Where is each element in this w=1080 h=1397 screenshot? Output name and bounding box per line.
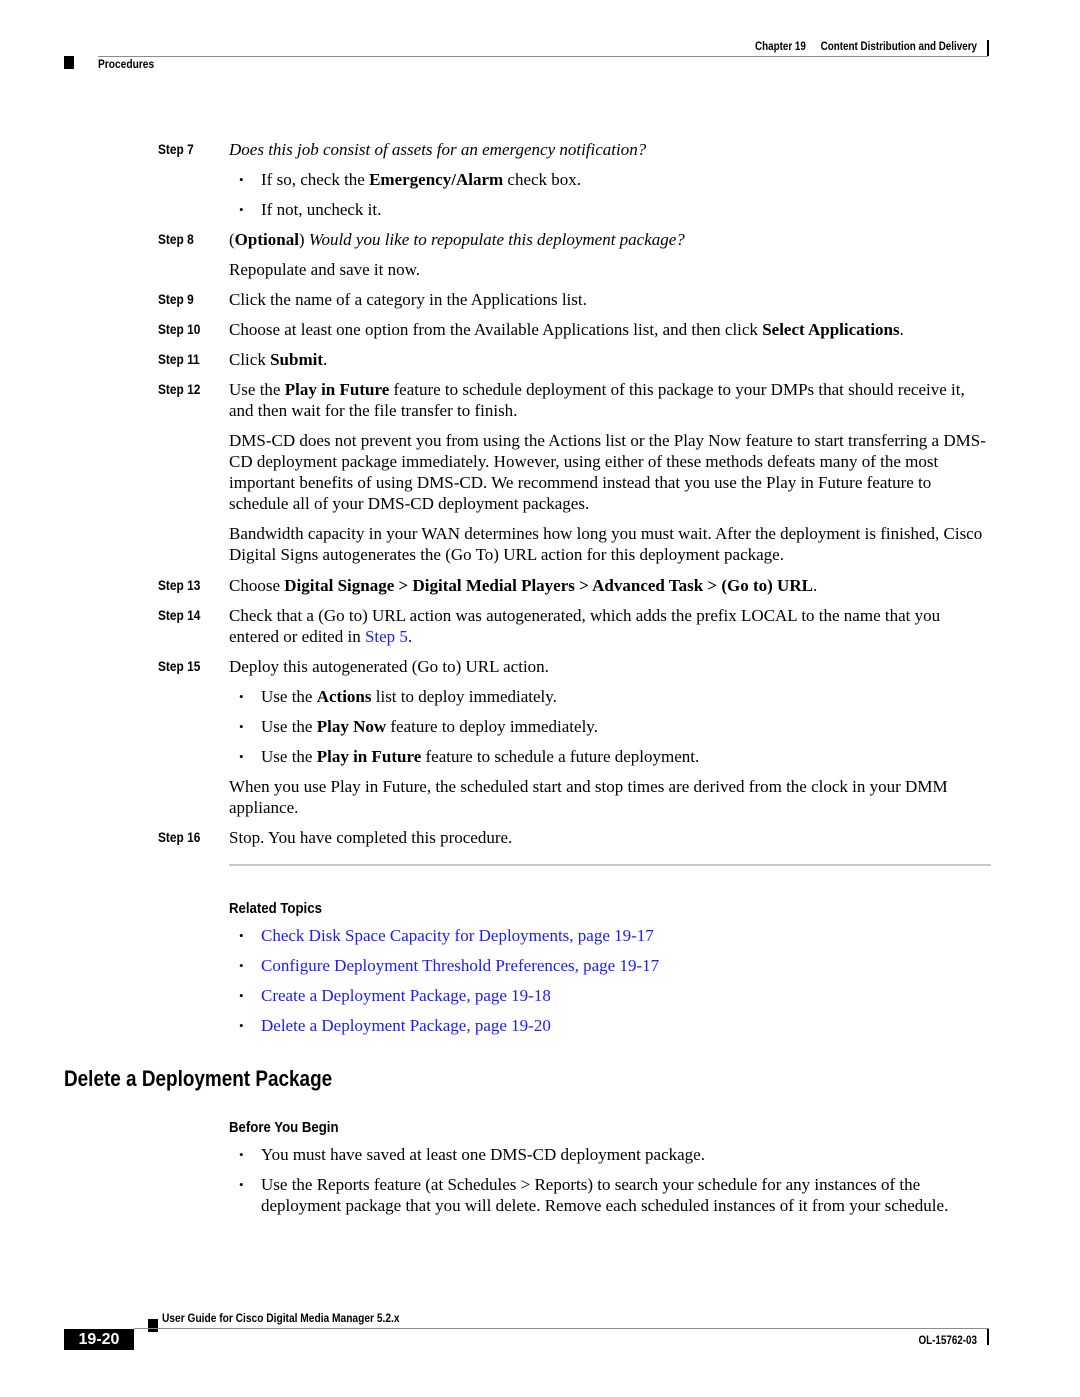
step-label: Step 9: [158, 291, 194, 307]
step-label: Step 7: [158, 141, 194, 157]
header-bar-marker: [987, 40, 989, 56]
text-run: If so, check the: [261, 170, 370, 189]
text-run: Use the: [261, 687, 317, 706]
text-run: Click: [229, 350, 271, 369]
footer-guide-title: User Guide for Cisco Digital Media Manag…: [162, 1311, 400, 1325]
step-5-link[interactable]: Step 5: [365, 627, 408, 646]
step-note: When you use Play in Future, the schedul…: [229, 777, 948, 817]
bullet-icon: •: [239, 958, 244, 973]
step-label: Step 8: [158, 231, 194, 247]
step-text: Deploy this autogenerated (Go to) URL ac…: [229, 657, 549, 676]
procedure-end-rule: [229, 864, 991, 866]
text-run: feature to deploy immediately.: [386, 717, 598, 736]
ui-term: Emergency/Alarm: [369, 170, 504, 189]
ui-term: Play in Future: [284, 380, 390, 399]
text-run: Check that a (Go to) URL action was auto…: [229, 606, 941, 646]
step-text: Check that a (Go to) URL action was auto…: [229, 605, 991, 647]
chapter-title: Content Distribution and Delivery: [820, 39, 977, 53]
footer-rule: [134, 1328, 989, 1329]
text-run: Choose at least one option from the Avai…: [229, 320, 763, 339]
step-label: Step 13: [158, 577, 201, 593]
text-run: .: [407, 627, 413, 646]
ui-term: Play Now: [316, 717, 387, 736]
related-topics-heading: Related Topics: [229, 900, 322, 917]
step-label: Step 10: [158, 321, 201, 337]
text-run: .: [812, 576, 818, 595]
step-text: (Optional) Would you like to repopulate …: [229, 230, 685, 249]
header-rule: [98, 56, 988, 57]
bullet-item: Use the Actions list to deploy immediate…: [261, 686, 991, 707]
chapter-number: Chapter 19: [755, 39, 806, 53]
bullet-icon: •: [239, 1018, 244, 1033]
step-body: Repopulate and save it now.: [229, 260, 421, 279]
step-question: Does this job consist of assets for an e…: [229, 140, 647, 159]
step-text: Choose at least one option from the Avai…: [229, 319, 991, 340]
text-run: check box.: [503, 170, 582, 189]
text-run: feature to schedule a future deployment.: [421, 747, 700, 766]
bullet-item: If not, uncheck it.: [261, 200, 382, 219]
running-header-chapter: Chapter 19 Content Distribution and Deliv…: [176, 39, 977, 53]
text-run: list to deploy immediately.: [371, 687, 557, 706]
prerequisite-item: You must have saved at least one DMS-CD …: [261, 1145, 705, 1164]
bullet-item: Use the Play in Future feature to schedu…: [261, 746, 991, 767]
section-title: Delete a Deployment Package: [64, 1066, 333, 1091]
page-number-badge: 19-20: [64, 1329, 134, 1350]
bullet-icon: •: [239, 172, 244, 187]
footer-square-marker: [148, 1319, 158, 1332]
bullet-icon: •: [239, 749, 244, 764]
step-label: Step 16: [158, 829, 201, 845]
step-label: Step 12: [158, 381, 201, 397]
step-label: Step 14: [158, 607, 201, 623]
optional-tag: Optional: [234, 230, 299, 249]
ui-term: Submit: [270, 350, 324, 369]
step-paragraph: DMS-CD does not prevent you from using t…: [229, 431, 986, 513]
bullet-icon: •: [239, 202, 244, 217]
bullet-icon: •: [239, 1177, 244, 1192]
text-run: .: [899, 320, 904, 339]
step-text: Choose Digital Signage > Digital Medial …: [229, 575, 991, 596]
bullet-icon: •: [239, 719, 244, 734]
related-topic-link[interactable]: Check Disk Space Capacity for Deployment…: [261, 925, 654, 946]
footer-doc-id: OL-15762-03: [918, 1333, 977, 1347]
header-square-marker: [64, 56, 74, 69]
bullet-icon: •: [239, 689, 244, 704]
bullet-item: Use the Play Now feature to deploy immed…: [261, 716, 991, 737]
step-text: Click Submit.: [229, 349, 991, 370]
step-text: Click the name of a category in the Appl…: [229, 290, 587, 309]
ui-term: Select Applications: [762, 320, 900, 339]
prerequisite-item: Use the Reports feature (at Schedules > …: [261, 1175, 949, 1215]
ui-term: Play in Future: [316, 747, 422, 766]
before-you-begin-heading: Before You Begin: [229, 1119, 339, 1136]
step-text: Use the Play in Future feature to schedu…: [229, 379, 991, 421]
step-question: Would you like to repopulate this deploy…: [308, 230, 685, 249]
step-text: Stop. You have completed this procedure.: [229, 828, 513, 847]
text-run: Use the: [261, 717, 317, 736]
step-paragraph: Bandwidth capacity in your WAN determine…: [229, 524, 983, 564]
bullet-icon: •: [239, 1147, 244, 1162]
running-header-section: Procedures: [98, 57, 155, 71]
text-run: .: [323, 350, 328, 369]
footer-bar-marker: [987, 1329, 989, 1345]
text-run: Choose: [229, 576, 285, 595]
related-topic-link[interactable]: Create a Deployment Package, page 19-18: [261, 985, 551, 1006]
bullet-item: If so, check the Emergency/Alarm check b…: [261, 169, 991, 190]
text-run: Use the: [261, 747, 317, 766]
step-label: Step 15: [158, 658, 201, 674]
ui-term: Actions: [316, 687, 372, 706]
step-label: Step 11: [158, 351, 200, 367]
bullet-icon: •: [239, 988, 244, 1003]
text-run: Use the: [229, 380, 285, 399]
related-topic-link[interactable]: Configure Deployment Threshold Preferenc…: [261, 955, 659, 976]
related-topic-link[interactable]: Delete a Deployment Package, page 19-20: [261, 1015, 551, 1036]
bullet-icon: •: [239, 928, 244, 943]
menu-path: Digital Signage > Digital Medial Players…: [284, 576, 813, 595]
step-text: Does this job consist of assets for an e…: [229, 139, 991, 160]
